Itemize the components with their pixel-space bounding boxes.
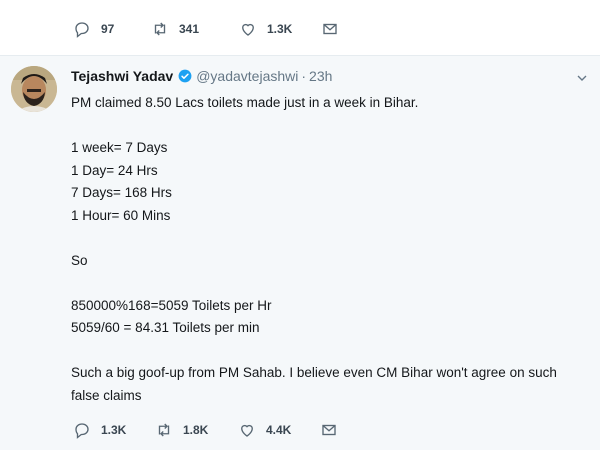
verified-badge-icon xyxy=(178,69,192,83)
tweet-line: 1 week= 7 Days xyxy=(71,140,168,155)
tweet-line: 7 Days= 168 Hrs xyxy=(71,185,172,200)
tweet-line: Such a big goof-up from PM Sahab. I beli… xyxy=(71,365,557,380)
envelope-icon xyxy=(323,23,337,35)
retweet-icon xyxy=(158,423,170,437)
tweet-line: 850000%168=5059 Toilets per Hr xyxy=(71,297,272,313)
like-button[interactable]: 1.3K xyxy=(239,20,299,38)
envelope-icon xyxy=(322,424,336,436)
previous-tweet-footer: 97 341 1.3K xyxy=(0,0,600,56)
reply-button[interactable]: 1.3K xyxy=(73,421,131,439)
heart-icon xyxy=(241,424,253,437)
retweet-icon xyxy=(154,22,166,36)
header-separator: · xyxy=(301,68,307,84)
reply-button[interactable]: 97 xyxy=(73,20,123,38)
direct-message-button[interactable] xyxy=(320,421,338,439)
tweet-actions: 1.3K 1.8K 4.4K xyxy=(73,421,338,439)
profile-photo-icon xyxy=(11,66,57,112)
retweet-count: 341 xyxy=(179,22,200,36)
reply-count: 1.3K xyxy=(101,423,127,437)
retweet-button[interactable]: 1.8K xyxy=(155,421,215,439)
reply-count: 97 xyxy=(101,22,115,36)
tweet-line: 5059/60 = 84.31 Toilets per min xyxy=(71,320,260,335)
tweet[interactable]: Tejashwi Yadav @yadavtejashwi · 23h PM c… xyxy=(0,56,600,450)
tweet-line: false claims xyxy=(71,387,142,403)
avatar[interactable] xyxy=(11,66,57,112)
like-button[interactable]: 4.4K xyxy=(238,421,298,439)
retweet-button[interactable]: 341 xyxy=(151,20,211,38)
reply-icon xyxy=(75,423,89,439)
author-handle[interactable]: @yadavtejashwi xyxy=(196,68,298,84)
tweet-line: 1 Hour= 60 Mins xyxy=(71,207,171,223)
tweet-text: PM claimed 8.50 Lacs toilets made just i… xyxy=(71,92,591,407)
previous-tweet-actions: 97 341 1.3K xyxy=(73,20,339,38)
author-name[interactable]: Tejashwi Yadav xyxy=(71,68,173,84)
direct-message-button[interactable] xyxy=(321,20,339,38)
reply-icon xyxy=(75,22,89,38)
tweet-line: 1 Day= 24 Hrs xyxy=(71,162,158,178)
retweet-count: 1.8K xyxy=(183,423,209,437)
tweet-options-button[interactable] xyxy=(574,70,590,86)
like-count: 1.3K xyxy=(267,22,293,36)
tweet-timestamp[interactable]: 23h xyxy=(309,68,332,84)
chevron-down-icon xyxy=(577,75,587,81)
heart-icon xyxy=(242,23,254,36)
tweet-header: Tejashwi Yadav @yadavtejashwi · 23h xyxy=(71,68,332,84)
tweet-line: So xyxy=(71,252,88,268)
like-count: 4.4K xyxy=(266,423,292,437)
tweet-line: PM claimed 8.50 Lacs toilets made just i… xyxy=(71,95,419,110)
